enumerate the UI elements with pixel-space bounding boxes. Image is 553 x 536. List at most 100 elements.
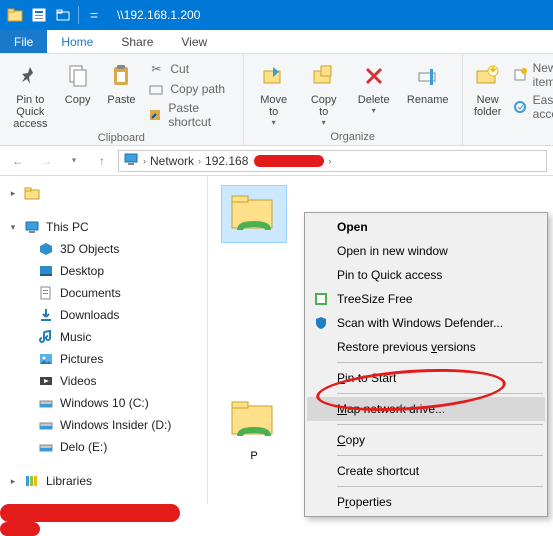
ctx-separator [337,424,543,425]
drive-icon [38,395,54,411]
delete-button[interactable]: Delete ▾ [352,58,396,115]
treesize-icon [313,291,329,307]
nav-drive-c[interactable]: Windows 10 (C:) [0,392,207,414]
crumb-network[interactable]: Network [150,154,194,168]
nav-forward-button[interactable]: → [34,149,58,173]
nav-libraries[interactable]: ▸Libraries [0,470,207,492]
share-folder-selected[interactable] [214,186,294,242]
nav-desktop[interactable]: Desktop [0,260,207,282]
music-icon [38,329,54,345]
chevron-right-icon[interactable]: › [328,156,331,166]
move-to-button[interactable]: Move to ▾ [252,58,296,127]
address-bar[interactable]: › Network › 192.168 › [118,150,547,172]
easy-access-icon [513,99,527,115]
share-folder[interactable]: P [214,392,294,462]
ctx-scan-defender[interactable]: Scan with Windows Defender... [307,311,545,335]
navigation-pane: ▸ ▾ This PC 3D Objects Desktop Documents… [0,176,208,504]
ctx-create-shortcut[interactable]: Create shortcut [307,459,545,483]
ribbon-tabs: File Home Share View [0,30,553,54]
nav-downloads[interactable]: Downloads [0,304,207,326]
paste-shortcut-button[interactable]: Paste shortcut [146,100,234,130]
group-organize: Move to ▾ Copy to ▾ Delete ▾ Rename Orga… [244,54,463,145]
paste-shortcut-icon [148,107,162,123]
tab-share[interactable]: Share [107,30,167,53]
nav-music[interactable]: Music [0,326,207,348]
copy-to-icon [308,60,340,92]
nav-drive-e[interactable]: Delo (E:) [0,436,207,458]
nav-up-button[interactable]: ↑ [90,149,114,173]
nav-videos[interactable]: Videos [0,370,207,392]
ctx-pin-start[interactable]: Pin to Start [307,366,545,390]
ctx-copy[interactable]: Copy [307,428,545,452]
expand-icon[interactable]: ▸ [8,188,18,199]
pin-icon [14,60,46,92]
ctx-separator [337,455,543,456]
nav-documents[interactable]: Documents [0,282,207,304]
tab-view[interactable]: View [167,30,221,53]
folder-label: P [250,450,257,462]
ctx-pin-quick-access[interactable]: Pin to Quick access [307,263,545,287]
copy-to-button[interactable]: Copy to ▾ [302,58,346,127]
copy-button[interactable]: Copy [59,58,97,106]
nav-recent-button[interactable]: ▾ [62,149,86,173]
paste-button[interactable]: Paste [103,58,141,106]
drive-icon [38,417,54,433]
ctx-separator [337,362,543,363]
new-folder-qat-icon[interactable] [52,4,74,26]
expand-icon[interactable]: ▸ [8,476,18,487]
nav-pictures[interactable]: Pictures [0,348,207,370]
new-item-button[interactable]: New item [511,60,553,90]
new-item-icon [513,67,527,83]
context-menu: Open Open in new window Pin to Quick acc… [304,212,548,517]
redaction [254,155,324,167]
nav-redacted-item[interactable]: ▸ [0,182,207,204]
ctx-restore-versions[interactable]: Restore previous versions [307,335,545,359]
window-title: \\192.168.1.200 [117,8,200,22]
nav-3d-objects[interactable]: 3D Objects [0,238,207,260]
tab-file[interactable]: File [0,30,47,53]
rename-icon [412,60,444,92]
copy-path-button[interactable]: Copy path [146,80,234,98]
chevron-right-icon[interactable]: › [198,156,201,166]
address-bar-row: ← → ▾ ↑ › Network › 192.168 › [0,146,553,176]
drive-icon [38,439,54,455]
new-folder-icon: ✦ [472,60,504,92]
quick-access-toolbar: = [4,4,105,26]
group-label-organize: Organize [252,129,454,143]
qat-separator [78,6,79,24]
properties-icon[interactable] [28,4,50,26]
ctx-map-network-drive[interactable]: Map network drive... [307,397,545,421]
nav-this-pc[interactable]: ▾ This PC [0,216,207,238]
chevron-right-icon[interactable]: › [143,156,146,166]
crumb-host[interactable]: 192.168 [205,154,248,168]
chevron-down-icon: ▾ [322,118,326,127]
ctx-separator [337,486,543,487]
this-pc-icon [24,219,40,235]
chevron-down-icon: ▾ [372,106,376,115]
tab-home[interactable]: Home [47,30,107,53]
cube-icon [38,241,54,257]
network-share-icon [222,186,286,242]
ctx-open-new-window[interactable]: Open in new window [307,239,545,263]
pin-to-quick-access-button[interactable]: Pin to Quick access [8,58,53,130]
pictures-icon [38,351,54,367]
rename-button[interactable]: Rename [402,58,454,106]
ctx-open[interactable]: Open [307,215,545,239]
copy-path-icon [148,81,164,97]
easy-access-button[interactable]: Easy acces [511,92,553,122]
new-folder-button[interactable]: ✦ New folder [471,58,505,118]
downloads-icon [38,307,54,323]
network-share-icon [222,392,286,448]
group-label-clipboard: Clipboard [8,130,235,144]
cut-button[interactable]: ✂Cut [146,60,234,78]
monitor-icon [123,151,139,170]
ctx-properties[interactable]: Properties [307,490,545,514]
qat-dropdown-icon[interactable]: = [83,4,105,26]
videos-icon [38,373,54,389]
delete-icon [358,60,390,92]
collapse-icon[interactable]: ▾ [8,222,18,233]
nav-drive-d[interactable]: Windows Insider (D:) [0,414,207,436]
group-clipboard: Pin to Quick access Copy Paste ✂Cut Copy… [0,54,244,145]
nav-back-button[interactable]: ← [6,149,30,173]
ctx-treesize[interactable]: TreeSize Free [307,287,545,311]
